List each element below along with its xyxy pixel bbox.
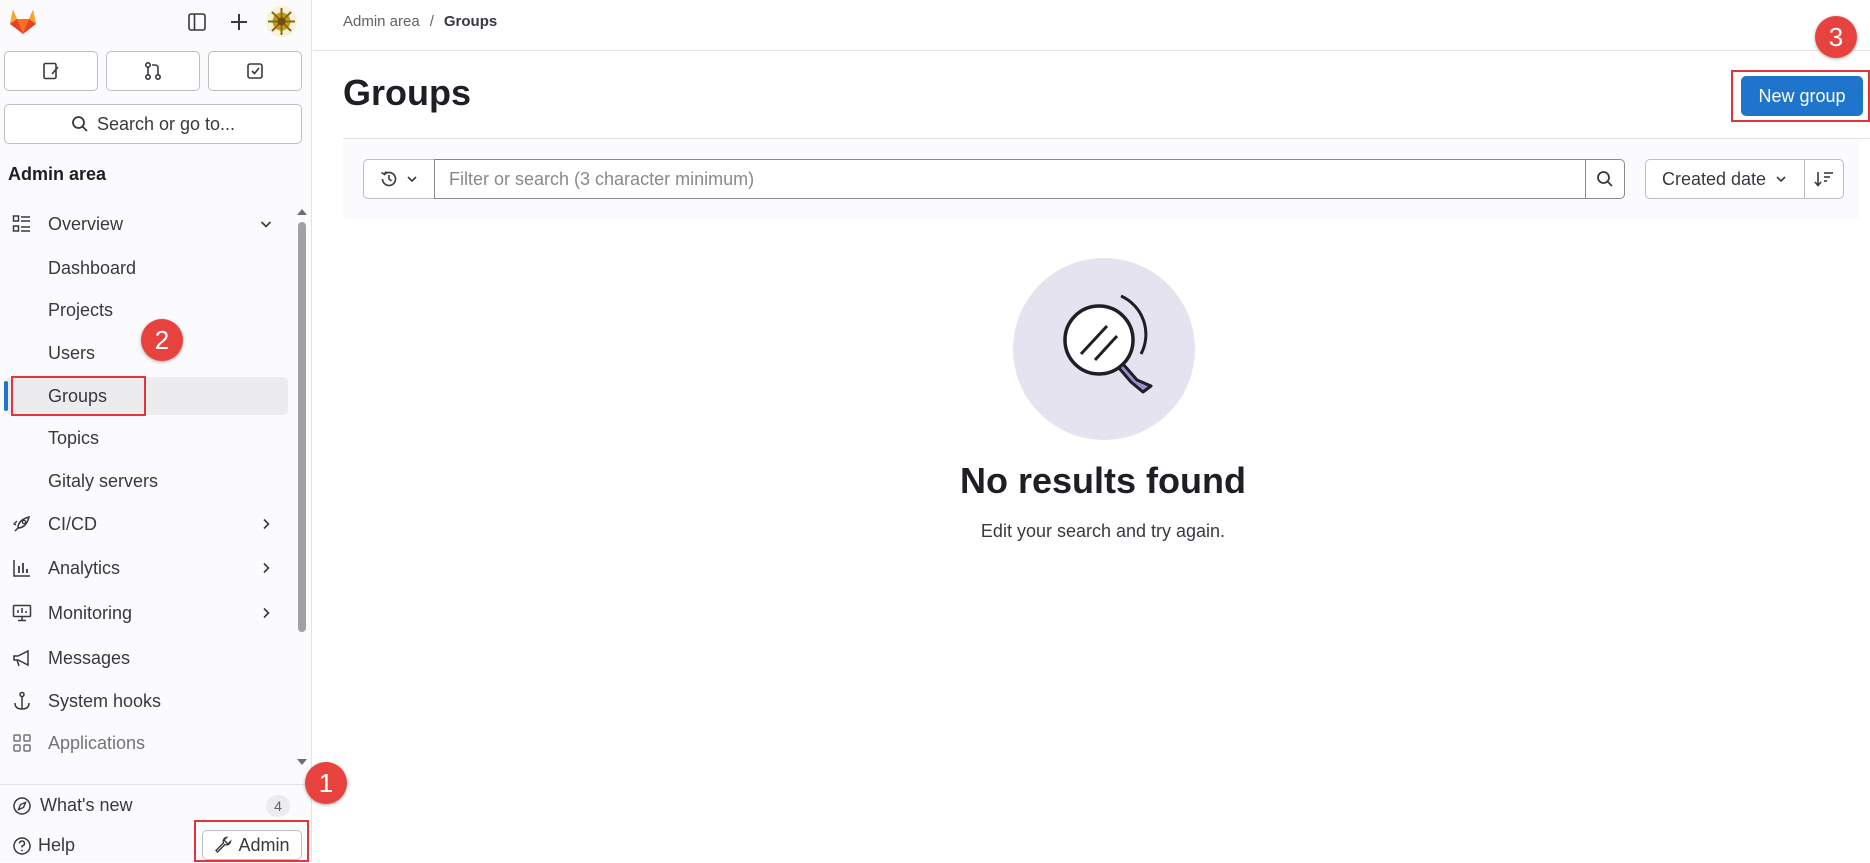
sidebar-scrollbar-thumb[interactable] [298,222,306,632]
sidebar-item-overview[interactable]: Overview [6,205,288,243]
sidebar-item-projects[interactable]: Projects [6,291,288,329]
sidebar-item-monitoring[interactable]: Monitoring [6,594,288,632]
compass-icon [12,796,32,816]
sidebar-item-label: Gitaly servers [48,471,159,491]
annotation-step-3: 3 [1815,16,1857,58]
sort-label: Created date [1661,168,1767,189]
sidebar-item-label: Messages [48,648,131,668]
sidebar-item-label: Projects [48,300,114,320]
sidebar-item-label: Monitoring [48,603,133,623]
merge-requests-button[interactable] [106,51,200,91]
sidebar-item-label: System hooks [48,691,162,711]
sidebar-topbar [0,0,312,44]
user-avatar[interactable] [266,6,297,37]
sidebar-item-label: Dashboard [48,258,137,278]
whats-new-label: What's new [40,795,133,815]
filter-search-button[interactable] [1585,159,1625,199]
help-label: Help [38,835,76,855]
chevron-down-icon [258,216,274,232]
sidebar-item-ci-cd[interactable]: CI/CD [6,505,288,543]
issues-button[interactable] [4,51,98,91]
chevron-right-icon [258,516,274,532]
search-label: Search or go to... [96,113,236,134]
sidebar-item-label: Analytics [48,558,121,578]
rocket-icon [12,514,32,534]
search-icon [1596,170,1614,188]
chevron-right-icon [258,605,274,621]
anchor-icon [12,691,32,711]
recent-searches-button[interactable] [363,159,435,199]
todos-button[interactable] [208,51,302,91]
todo-checkbox-icon [245,61,265,81]
annotation-highlight-new-group [1731,70,1870,122]
magnifier-icon [1013,258,1195,440]
quick-actions [4,51,302,92]
search-or-go-to-button[interactable]: Search or go to... [4,104,302,144]
overview-icon [12,214,32,234]
header-divider [313,50,1870,51]
monitor-icon [12,603,32,623]
annotation-step-1: 1 [305,762,347,804]
sidebar-item-gitaly-servers[interactable]: Gitaly servers [6,462,288,500]
history-icon [379,169,399,189]
merge-request-icon [143,61,163,81]
breadcrumb-separator: / [429,13,434,30]
breadcrumb-current[interactable]: Groups [444,13,497,30]
sort-by-dropdown[interactable]: Created date [1645,159,1805,199]
sidebar-item-label: Topics [48,428,100,448]
sidebar-item-label: CI/CD [48,514,97,534]
help-link[interactable]: Help [12,835,75,856]
sidebar: Search or go to... Admin area Overview D… [0,0,312,862]
issues-icon [41,61,61,81]
whats-new-count-badge: 4 [266,795,290,817]
chevron-down-icon [405,172,419,186]
gitlab-logo-icon[interactable] [6,4,40,38]
annotation-highlight-admin [194,820,309,862]
sidebar-item-system-hooks[interactable]: System hooks [6,682,288,720]
annotation-step-2: 2 [141,319,183,361]
sidebar-item-label: Overview [48,214,124,234]
sidebar-item-label: Applications [48,733,146,753]
megaphone-icon [12,648,32,668]
sidebar-item-analytics[interactable]: Analytics [6,549,288,587]
sort-descending-icon [1813,169,1835,189]
applications-icon [12,733,32,753]
sidebar-item-topics[interactable]: Topics [6,419,288,457]
empty-state-title: No results found [960,460,1246,501]
sidebar-item-label: Users [48,343,96,363]
filter-bar: Created date [343,139,1859,219]
chevron-down-icon [1774,172,1788,186]
chart-icon [12,558,32,578]
empty-state-description: Edit your search and try again. [980,521,1226,541]
breadcrumb-parent-link[interactable]: Admin area [343,13,420,30]
sort-direction-button[interactable] [1804,159,1844,199]
sidebar-item-dashboard[interactable]: Dashboard [6,249,288,287]
whats-new-link[interactable]: What's new [12,795,132,816]
section-title: Admin area [8,164,107,184]
create-new-icon[interactable] [225,8,253,36]
toggle-sidebar-icon[interactable] [183,8,211,36]
sidebar-item-applications[interactable]: Applications [6,724,288,762]
annotation-highlight-groups [11,376,146,416]
empty-state-illustration [1013,258,1195,440]
page-title: Groups [343,72,472,113]
sidebar-item-messages[interactable]: Messages [6,639,288,677]
filter-search-input[interactable] [434,159,1586,199]
question-circle-icon [12,836,32,856]
search-icon [71,115,89,133]
breadcrumb: Admin area / Groups [343,13,497,30]
chevron-right-icon [258,560,274,576]
